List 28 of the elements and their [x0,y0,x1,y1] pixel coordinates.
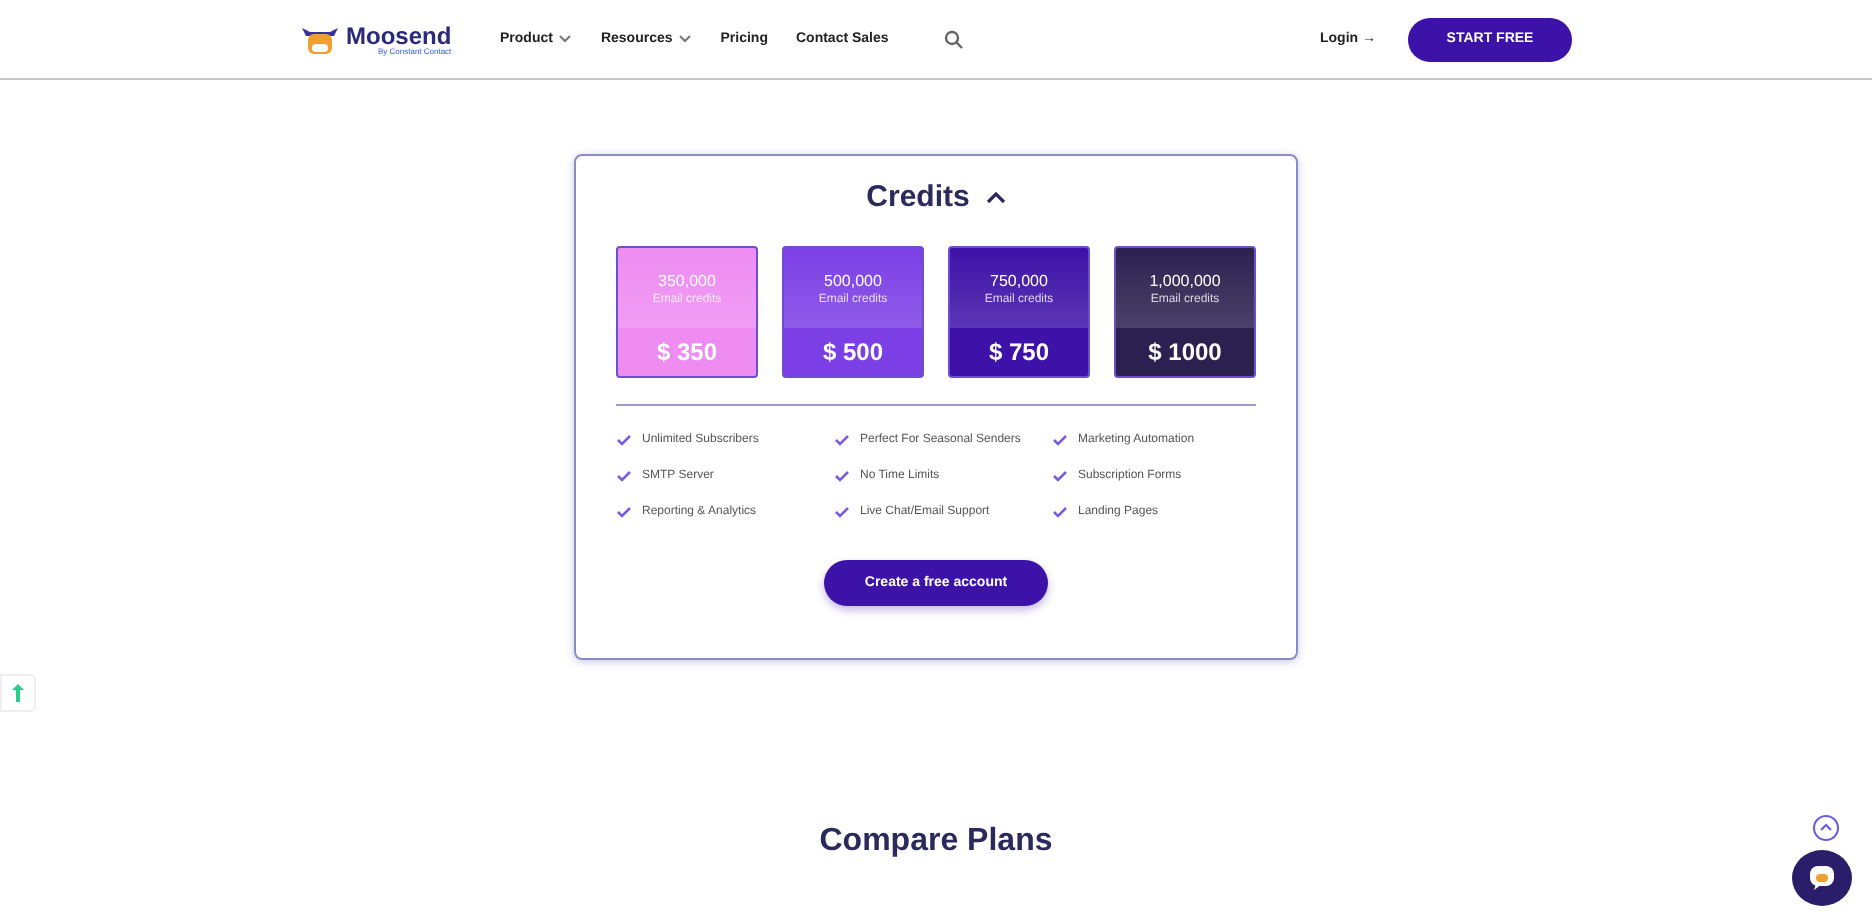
scroll-top-icon[interactable] [1812,814,1840,842]
search-icon[interactable] [944,29,965,49]
check-icon [1052,434,1068,446]
credit-amount: 350,000 [658,271,716,289]
credit-amount: 750,000 [990,271,1048,289]
caret-icon[interactable] [985,190,1006,204]
logo-wordmark[interactable]: Moosend [346,23,452,47]
check-icon [1052,470,1068,482]
check-icon [834,434,850,446]
chevron-down-icon [678,34,693,44]
credit-amount: 1,000,000 [1149,271,1221,289]
plan-price: $ 500 [820,336,886,370]
chevron-down-icon [558,34,573,44]
check-icon [1052,506,1068,518]
plan-price: $ 1000 [1146,336,1224,370]
credits-title: Credits [866,180,970,214]
plan-price: $ 350 [654,336,720,370]
check-icon [834,470,850,482]
credit-amount: 500,000 [824,271,882,289]
check-icon [834,506,850,518]
check-icon [616,506,632,518]
chat-icon [1808,864,1836,892]
plan-price: $ 750 [986,336,1052,370]
section-heading: Compare Plans [819,824,1053,860]
arrow-up-icon [12,684,24,702]
chat-button[interactable] [1792,850,1852,906]
check-icon [616,434,632,446]
check-icon [616,470,632,482]
